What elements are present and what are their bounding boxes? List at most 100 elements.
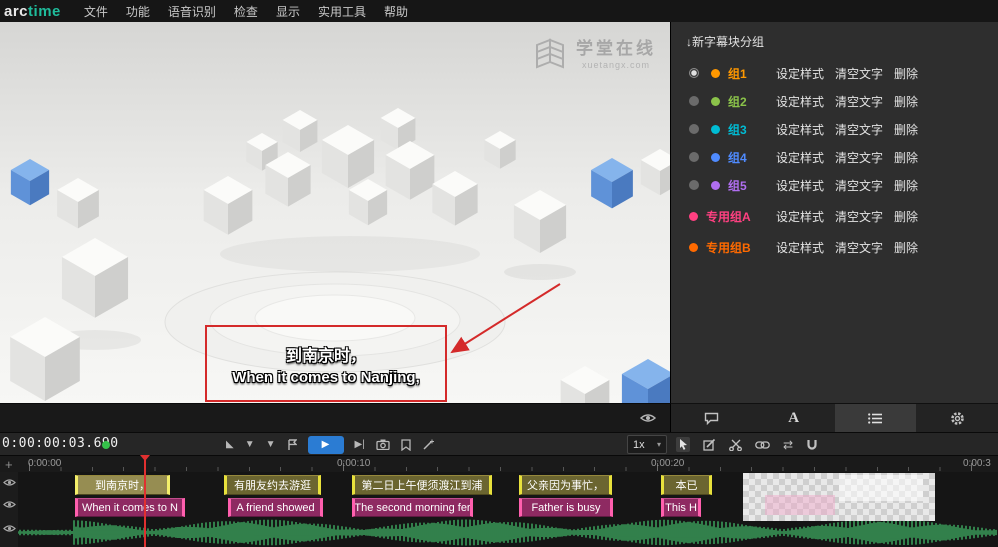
tab-text-style[interactable]: A: [753, 404, 835, 432]
clear-text-link[interactable]: 清空文字: [835, 121, 883, 138]
group-row-4[interactable]: 组4 设定样式 清空文字 删除: [671, 143, 998, 171]
delete-link[interactable]: 删除: [894, 65, 918, 82]
next-frame-icon[interactable]: ▶|: [355, 439, 365, 450]
panel-tab-bar: A: [670, 403, 998, 432]
cut-tool[interactable]: [729, 439, 742, 451]
menu-check[interactable]: 检查: [225, 3, 267, 20]
group-row-1[interactable]: 组1 设定样式 清空文字 删除: [671, 59, 998, 87]
subtitle-block-cn[interactable]: 有朋友约去游逛: [224, 475, 321, 495]
group-label: 组1: [728, 65, 747, 82]
link-tool[interactable]: [755, 441, 770, 449]
tab-settings[interactable]: [916, 404, 998, 432]
subtitle-block-cn[interactable]: 第二日上午便须渡江到浦: [352, 475, 492, 495]
group-radio[interactable]: [689, 180, 699, 190]
video-bottom-strip: [0, 403, 670, 432]
subtitle-block-cn[interactable]: 本已: [661, 475, 712, 495]
group-radio[interactable]: [689, 152, 699, 162]
plus-icon[interactable]: +: [5, 457, 13, 472]
menu-display[interactable]: 显示: [267, 3, 309, 20]
menu-speech-recognition[interactable]: 语音识别: [159, 3, 225, 20]
set-style-link[interactable]: 设定样式: [776, 93, 824, 110]
group-row-5[interactable]: 组5 设定样式 清空文字 删除: [671, 171, 998, 199]
play-button[interactable]: ▶: [308, 436, 344, 454]
timeline-tracks[interactable]: 到南京时， 有朋友约去游逛 第二日上午便须渡江到浦 父亲因为事忙， 本已 Whe…: [0, 472, 998, 547]
menu-help[interactable]: 帮助: [375, 3, 417, 20]
group-row-special-a[interactable]: 专用组A 设定样式 清空文字 删除: [671, 202, 998, 230]
edit-tools: ⇄: [676, 433, 818, 456]
clear-text-link[interactable]: 清空文字: [835, 239, 883, 256]
ruler-label: 0:00:00: [28, 458, 61, 469]
group-list: 组1 设定样式 清空文字 删除 组2 设定样式 清空文字 删除: [671, 59, 998, 261]
set-style-link[interactable]: 设定样式: [776, 65, 824, 82]
set-style-link[interactable]: 设定样式: [776, 149, 824, 166]
snap-corner-icon[interactable]: ◣: [226, 439, 234, 450]
swap-tool[interactable]: ⇄: [783, 438, 793, 452]
clear-text-link[interactable]: 清空文字: [835, 65, 883, 82]
menu-tools[interactable]: 实用工具: [309, 3, 375, 20]
watermark-site: xuetangx.com: [582, 60, 650, 70]
video-preview: 学堂在线 xuetangx.com 到南京时， When it comes to…: [0, 22, 670, 403]
ruler-label: 0:00:3: [963, 458, 991, 469]
link-icon: [755, 441, 770, 449]
subtitle-block-cn[interactable]: 父亲因为事忙，: [519, 475, 612, 495]
delete-link[interactable]: 删除: [894, 208, 918, 225]
text-style-a-icon: A: [788, 410, 799, 427]
track-visibility-eye-icon[interactable]: [3, 478, 16, 487]
add-marker-icon[interactable]: ▼: [245, 439, 255, 450]
group-label: 组4: [728, 149, 747, 166]
clear-text-link[interactable]: 清空文字: [835, 149, 883, 166]
subtitle-block-en[interactable]: This H: [661, 498, 701, 517]
set-style-link[interactable]: 设定样式: [776, 121, 824, 138]
set-style-link[interactable]: 设定样式: [776, 208, 824, 225]
menu-bar: arctime 文件 功能 语音识别 检查 显示 实用工具 帮助: [0, 0, 998, 22]
magic-wand-icon[interactable]: [422, 439, 434, 451]
select-cursor-tool[interactable]: [676, 437, 690, 452]
logo-arc: arc: [4, 3, 28, 20]
track-visibility-eye-icon[interactable]: [3, 524, 16, 533]
group-radio[interactable]: [689, 124, 699, 134]
playhead-line[interactable]: [144, 456, 146, 547]
delete-link[interactable]: 删除: [894, 177, 918, 194]
screenshot-camera-icon[interactable]: [376, 439, 390, 450]
add-marker-alt-icon[interactable]: ▼: [266, 439, 276, 450]
group-radio[interactable]: [689, 96, 699, 106]
set-style-link[interactable]: 设定样式: [776, 177, 824, 194]
bookmark-icon[interactable]: [401, 439, 411, 451]
subtitle-block-cn[interactable]: 到南京时，: [75, 475, 170, 495]
track-visibility-eye-icon[interactable]: [3, 500, 16, 509]
playback-speed-select[interactable]: 1x ▾: [627, 435, 667, 454]
group-row-special-b[interactable]: 专用组B 设定样式 清空文字 删除: [671, 233, 998, 261]
transport-buttons: ◣ ▼ ▼ ▶ ▶|: [226, 433, 434, 456]
group-row-2[interactable]: 组2 设定样式 清空文字 删除: [671, 87, 998, 115]
list-icon: [868, 413, 883, 424]
speed-value: 1x: [633, 439, 645, 451]
audio-waveform: [18, 518, 998, 547]
play-icon: ▶: [322, 439, 330, 450]
group-radio[interactable]: [689, 68, 699, 78]
tab-comments[interactable]: [671, 404, 753, 432]
arctime-window: arctime 文件 功能 语音识别 检查 显示 实用工具 帮助: [0, 0, 998, 547]
menu-functions[interactable]: 功能: [117, 3, 159, 20]
group-row-3[interactable]: 组3 设定样式 清空文字 删除: [671, 115, 998, 143]
pencil-box-icon: [703, 438, 716, 451]
menu-file[interactable]: 文件: [75, 3, 117, 20]
watermark-name: 学堂在线: [576, 34, 656, 59]
delete-link[interactable]: 删除: [894, 149, 918, 166]
edit-block-tool[interactable]: [703, 438, 716, 451]
subtitle-visibility-eye-icon[interactable]: [640, 413, 656, 423]
clear-text-link[interactable]: 清空文字: [835, 208, 883, 225]
delete-link[interactable]: 删除: [894, 93, 918, 110]
delete-link[interactable]: 删除: [894, 121, 918, 138]
magnet-snap-tool[interactable]: [806, 439, 818, 451]
set-style-link[interactable]: 设定样式: [776, 239, 824, 256]
subtitle-block-en[interactable]: A friend showed: [228, 498, 323, 517]
chevron-down-icon: ▾: [657, 440, 661, 449]
tab-group-list[interactable]: [835, 404, 917, 432]
delete-link[interactable]: 删除: [894, 239, 918, 256]
subtitle-block-en[interactable]: The second morning fer: [352, 498, 473, 517]
subtitle-block-en[interactable]: When it comes to N: [75, 498, 185, 517]
flag-icon[interactable]: [287, 439, 297, 451]
clear-text-link[interactable]: 清空文字: [835, 93, 883, 110]
subtitle-block-en[interactable]: Father is busy: [519, 498, 613, 517]
clear-text-link[interactable]: 清空文字: [835, 177, 883, 194]
